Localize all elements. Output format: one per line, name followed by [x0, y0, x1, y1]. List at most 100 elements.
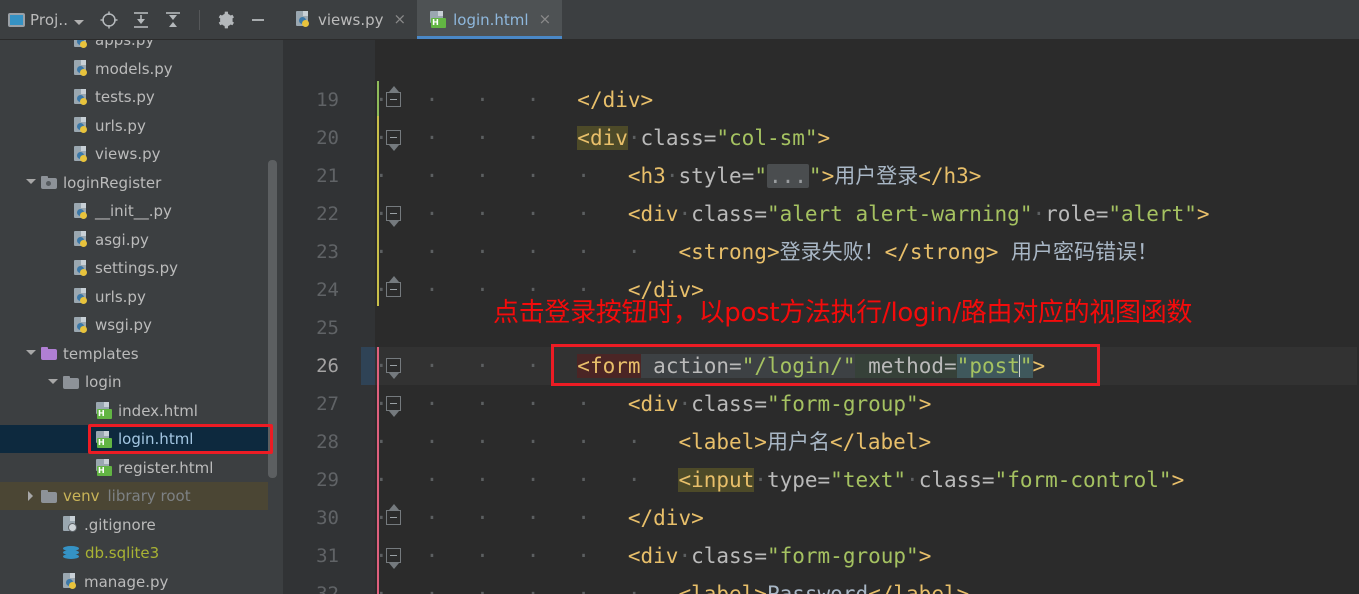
tree-item-manage-py[interactable]: manage.py: [0, 568, 283, 594]
code-token: <div: [577, 126, 628, 150]
tree-item-index-html[interactable]: Hindex.html: [0, 397, 283, 425]
expand-all-icon[interactable]: [132, 11, 150, 29]
code-line[interactable]: · · · · · · <input·type="text"·class="fo…: [375, 461, 1184, 499]
code-token: </label>: [829, 430, 932, 454]
code-token: "form-control": [994, 468, 1172, 492]
code-line[interactable]: · · · · <div·class="col-sm">: [375, 119, 830, 157]
tree-item-label: settings.py: [95, 259, 178, 277]
tree-item-wsgi-py[interactable]: wsgi.py: [0, 311, 283, 339]
space-dot: ·: [665, 164, 679, 188]
code-line[interactable]: · · · · · <h3·style="...">用户登录</h3>: [375, 157, 981, 195]
code-token: 用户登录: [834, 164, 919, 188]
code-line[interactable]: · · · · · <div·class="form-group">: [375, 537, 931, 575]
code-token: "col-sm": [716, 126, 818, 150]
tree-item-label: venv: [63, 487, 100, 505]
tree-item-settings-py[interactable]: settings.py: [0, 254, 283, 282]
code-line[interactable]: · · · · · <div·class="alert alert-warnin…: [375, 195, 1210, 233]
code-line[interactable]: · · · · · · <label>Password</label>: [375, 575, 969, 594]
code-token: ": [956, 354, 970, 378]
code-token: <strong>: [678, 240, 780, 264]
python-file-icon: [74, 60, 89, 77]
project-view-selector[interactable]: Proj..: [8, 11, 85, 29]
code-token: >: [821, 164, 835, 188]
tree-item-urls-py[interactable]: urls.py: [0, 112, 283, 140]
tree-item-db-sqlite3[interactable]: db.sqlite3: [0, 539, 283, 567]
tree-item-label: register.html: [118, 458, 214, 477]
tree-item-views-py[interactable]: views.py: [0, 140, 283, 168]
line-number: 28: [316, 431, 339, 453]
code-token: style=: [678, 164, 755, 188]
main-body: apps.py models.py tests.py urls.py views.py l…: [0, 40, 1359, 594]
chevron-down-icon[interactable]: [26, 348, 37, 359]
python-file-icon: [74, 117, 89, 134]
chevron-down-icon[interactable]: [74, 20, 85, 25]
collapsed-style-attribute[interactable]: ...: [766, 164, 809, 188]
editor-tab-login-html[interactable]: Hlogin.html ×: [417, 0, 563, 39]
code-token: >: [1171, 468, 1185, 492]
chevron-down-icon[interactable]: [48, 377, 59, 388]
code-line[interactable]: · · · · · <div·class="form-group">: [375, 385, 931, 423]
tree-item-label: wsgi.py: [95, 316, 152, 334]
gear-icon[interactable]: [217, 11, 235, 29]
code-token: type=: [766, 468, 831, 492]
code-token: <h3: [627, 164, 666, 188]
tree-item-loginregister[interactable]: loginRegister: [0, 169, 283, 197]
indent-guide: · · · ·: [375, 354, 578, 378]
chevron-right-icon[interactable]: [26, 490, 37, 502]
tab-label: views.py: [318, 10, 384, 29]
html-file-icon: H: [96, 459, 112, 476]
indent-guide: · · · · · ·: [375, 430, 679, 454]
close-icon[interactable]: ×: [394, 12, 407, 27]
code-token: </div>: [577, 88, 654, 112]
chevron-down-icon[interactable]: [26, 177, 37, 188]
line-number: 24: [316, 279, 339, 301]
code-token: post: [969, 354, 1020, 378]
tree-item-register-html[interactable]: Hregister.html: [0, 454, 283, 482]
line-number: 32: [316, 583, 339, 594]
code-line[interactable]: · · · · · · <label>用户名</label>: [375, 423, 931, 461]
project-tree[interactable]: apps.py models.py tests.py urls.py views.py l…: [0, 40, 283, 594]
tree-scrollbar-thumb[interactable]: [268, 160, 277, 478]
tree-item--gitignore[interactable]: .gitignore: [0, 511, 283, 539]
minimize-icon[interactable]: [249, 11, 267, 29]
gitignore-icon: [63, 516, 78, 533]
code-token: <label>: [678, 582, 767, 594]
code-token: >: [1196, 202, 1210, 226]
code-line[interactable]: · · · · <form action="/login/" method="p…: [375, 347, 1045, 385]
code-line[interactable]: · · · · · </div>: [375, 499, 704, 537]
space-dot: ·: [678, 392, 692, 416]
editor-tab-views-py[interactable]: views.py ×: [283, 0, 417, 39]
tree-item-urls-py[interactable]: urls.py: [0, 283, 283, 311]
tree-item-templates[interactable]: templates: [0, 340, 283, 368]
code-token: 登录失败！: [779, 240, 885, 264]
code-token: <div: [627, 202, 679, 226]
tree-item-venv[interactable]: venv library root: [0, 482, 283, 510]
code-token: Password: [766, 582, 869, 594]
locate-icon[interactable]: [100, 11, 118, 29]
tree-item-login-html[interactable]: Hlogin.html: [0, 425, 283, 453]
code-token: "text": [830, 468, 907, 492]
tree-item-tests-py[interactable]: tests.py: [0, 83, 283, 111]
collapse-all-icon[interactable]: [164, 11, 182, 29]
indent-guide: · · · · · ·: [375, 582, 679, 594]
tree-item-asgi-py[interactable]: asgi.py: [0, 226, 283, 254]
space-dot: ·: [754, 468, 767, 492]
code-token: "alert": [1108, 202, 1197, 226]
code-line[interactable]: · · · · </div>: [375, 81, 653, 119]
tree-item-login[interactable]: login: [0, 368, 283, 396]
code-token: method=: [868, 354, 957, 378]
database-icon: [63, 545, 79, 561]
tree-item---init---py[interactable]: __init__.py: [0, 197, 283, 225]
tree-item-models-py[interactable]: models.py: [0, 55, 283, 83]
tree-item-apps-py[interactable]: apps.py: [0, 40, 283, 54]
line-number: 29: [316, 469, 339, 491]
code-line[interactable]: · · · · · · <strong>登录失败！</strong> 用户密码错…: [375, 233, 1158, 271]
tree-item-label: login: [85, 373, 122, 391]
code-editor[interactable]: 19 · · · · </div> 20 · · · · <div·class="co…: [283, 40, 1359, 594]
close-icon[interactable]: ×: [539, 12, 552, 27]
